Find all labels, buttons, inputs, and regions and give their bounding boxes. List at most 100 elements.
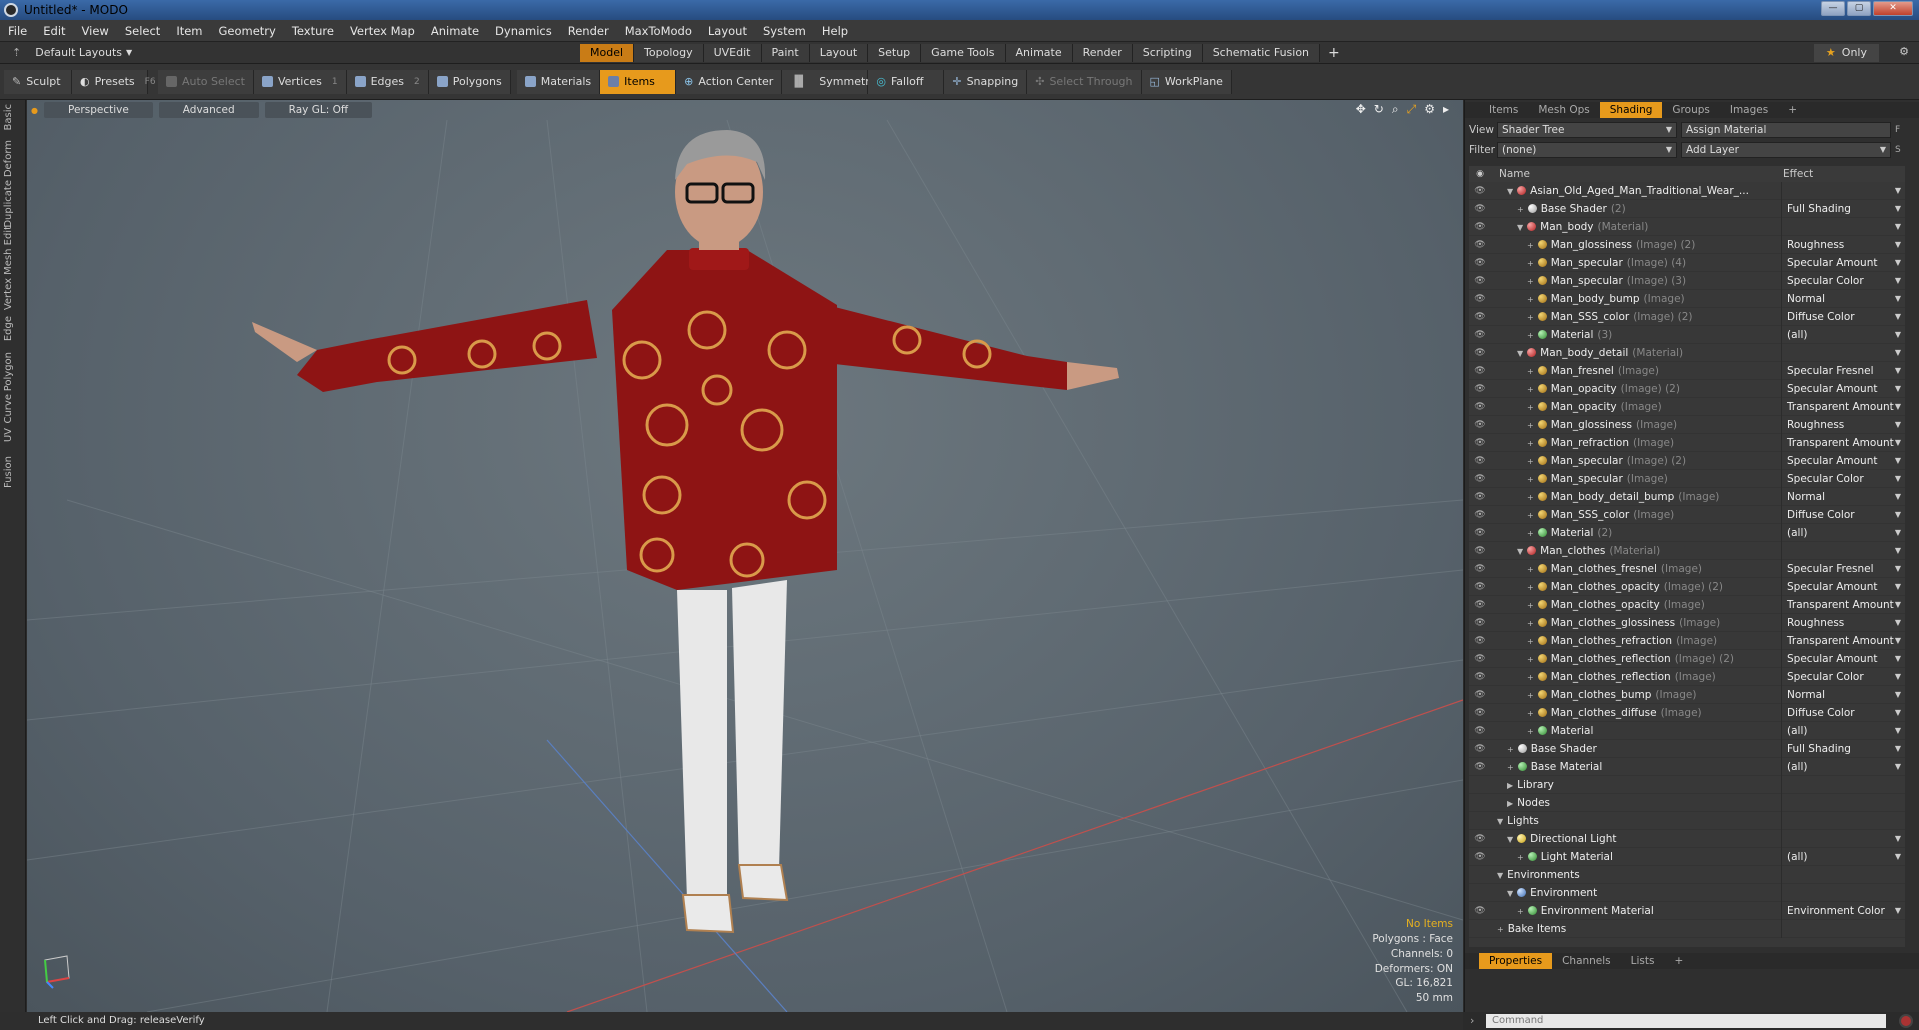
record-macro-icon[interactable] xyxy=(1899,1014,1913,1028)
effect-select[interactable]: ▼ xyxy=(1781,182,1905,200)
visibility-eye-icon[interactable]: 👁 xyxy=(1469,546,1491,556)
effect-select[interactable] xyxy=(1781,865,1905,884)
effect-select[interactable]: Specular Amount ▼ xyxy=(1781,577,1905,596)
tree-row[interactable]: 👁 + Man_fresnel (Image) Specular Fresnel ▼ xyxy=(1469,361,1905,380)
effect-select[interactable]: Specular Amount ▼ xyxy=(1781,253,1905,272)
visibility-eye-icon[interactable]: 👁 xyxy=(1469,258,1491,268)
visibility-eye-icon[interactable]: 👁 xyxy=(1469,528,1491,538)
close-button[interactable]: ✕ xyxy=(1873,1,1913,16)
tree-row[interactable]: 👁 + Man_opacity (Image) Transparent Amount ▼ xyxy=(1469,397,1905,416)
effect-select[interactable] xyxy=(1781,883,1905,902)
visibility-eye-icon[interactable]: 👁 xyxy=(1469,186,1491,196)
layout-tab-render[interactable]: Render xyxy=(1072,43,1133,62)
left-tab-edge[interactable]: Edge xyxy=(3,316,23,341)
visibility-eye-icon[interactable]: 👁 xyxy=(1469,294,1491,304)
tree-row[interactable]: 👁 + Light Material (all) ▼ xyxy=(1469,847,1905,866)
effect-select[interactable]: (all) ▼ xyxy=(1781,847,1905,866)
tree-row[interactable]: 👁 + Man_SSS_color (Image) (2) Diffuse Color ▼ xyxy=(1469,307,1905,326)
effect-column-header[interactable]: Effect xyxy=(1751,168,1813,180)
left-tab-curve[interactable]: Curve xyxy=(3,394,23,424)
viewport-expand-icon[interactable]: ▸ xyxy=(1443,102,1449,117)
viewport-menu-dot[interactable]: ● xyxy=(31,106,38,115)
only-toggle[interactable]: ★ Only xyxy=(1813,44,1879,62)
effect-select[interactable]: Normal ▼ xyxy=(1781,487,1905,506)
expand-arrow-icon[interactable]: ▼ xyxy=(1507,835,1513,844)
panel-tab-items[interactable]: Items xyxy=(1479,102,1528,118)
menu-texture[interactable]: Texture xyxy=(284,24,342,38)
workplane-button[interactable]: ◱ WorkPlane xyxy=(1141,69,1232,94)
tree-row[interactable]: ▼ Environments xyxy=(1469,865,1905,884)
effect-select[interactable] xyxy=(1781,811,1905,830)
3d-viewport[interactable]: ● Perspective Advanced Ray GL: Off ✥ ↻ ⌕… xyxy=(27,100,1463,1012)
effect-select[interactable]: Specular Amount ▼ xyxy=(1781,379,1905,398)
add-layer-button[interactable]: Add Layer ▼ xyxy=(1681,142,1891,158)
effect-select[interactable]: (all) ▼ xyxy=(1781,757,1905,776)
visibility-eye-icon[interactable]: 👁 xyxy=(1469,276,1491,286)
panel-tab-shading[interactable]: Shading xyxy=(1599,102,1663,118)
tree-row[interactable]: 👁 + Material (all) ▼ xyxy=(1469,721,1905,740)
items-button[interactable]: Items xyxy=(600,69,677,94)
effect-select[interactable]: Specular Amount ▼ xyxy=(1781,649,1905,668)
tree-row[interactable]: 👁 + Man_clothes_diffuse (Image) Diffuse Colo… xyxy=(1469,703,1905,722)
visibility-eye-icon[interactable]: 👁 xyxy=(1469,348,1491,358)
add-panel-tab-button[interactable]: + xyxy=(1778,102,1807,118)
menu-dynamics[interactable]: Dynamics xyxy=(487,24,560,38)
effect-select[interactable]: Specular Amount ▼ xyxy=(1781,451,1905,470)
snapping-button[interactable]: ✛ Snapping xyxy=(944,69,1028,94)
symmetry-button[interactable]: ▐▌ Symmetry xyxy=(782,69,876,94)
select-through-button[interactable]: ✣ Select Through xyxy=(1027,69,1142,94)
tree-row[interactable]: 👁 + Man_clothes_glossiness (Image) Roughness… xyxy=(1469,613,1905,632)
effect-select[interactable]: Diffuse Color ▼ xyxy=(1781,505,1905,524)
menu-geometry[interactable]: Geometry xyxy=(211,24,284,38)
effect-select[interactable]: Specular Fresnel ▼ xyxy=(1781,559,1905,578)
shading-mode-button[interactable]: Advanced xyxy=(158,102,259,118)
tree-row[interactable]: 👁 + Man_clothes_refraction (Image) Transpare… xyxy=(1469,631,1905,650)
visibility-eye-icon[interactable]: 👁 xyxy=(1469,654,1491,664)
visibility-eye-icon[interactable]: 👁 xyxy=(1469,474,1491,484)
left-tab-mesh-edit[interactable]: Mesh Edit xyxy=(3,226,23,275)
visibility-eye-icon[interactable]: 👁 xyxy=(1469,906,1491,916)
visibility-eye-icon[interactable]: 👁 xyxy=(1469,600,1491,610)
tree-row[interactable]: 👁 ▼ Directional Light ▼ xyxy=(1469,829,1905,848)
tree-row[interactable]: 👁 + Man_glossiness (Image) (2) Roughness ▼ xyxy=(1469,235,1905,254)
visibility-eye-icon[interactable]: 👁 xyxy=(1469,402,1491,412)
tree-row[interactable]: 👁 + Man_specular (Image) (2) Specular Amount… xyxy=(1469,451,1905,470)
effect-select[interactable]: Diffuse Color ▼ xyxy=(1781,703,1905,722)
edges-button[interactable]: Edges 2 xyxy=(346,69,429,94)
expand-arrow-icon[interactable]: ▼ xyxy=(1517,223,1523,232)
effect-select[interactable]: Transparent Amount ▼ xyxy=(1781,397,1905,416)
layout-tab-game-tools[interactable]: Game Tools xyxy=(921,43,1006,62)
tree-row[interactable]: 👁 + Base Material (all) ▼ xyxy=(1469,757,1905,776)
effect-select[interactable]: (all) ▼ xyxy=(1781,523,1905,542)
tree-row[interactable]: 👁 + Man_refraction (Image) Transparent Amoun… xyxy=(1469,433,1905,452)
raygl-button[interactable]: Ray GL: Off xyxy=(264,102,373,118)
materials-button[interactable]: Materials xyxy=(516,69,601,94)
effect-select[interactable]: Transparent Amount ▼ xyxy=(1781,631,1905,650)
visibility-eye-icon[interactable]: 👁 xyxy=(1469,744,1491,754)
effect-select[interactable]: Normal ▼ xyxy=(1781,289,1905,308)
tree-row[interactable]: 👁 + Environment Material Environment Color ▼ xyxy=(1469,901,1905,920)
effect-select[interactable]: Environment Color ▼ xyxy=(1781,901,1905,920)
tree-row[interactable]: 👁 + Man_clothes_bump (Image) Normal ▼ xyxy=(1469,685,1905,704)
effect-select[interactable]: ▼ xyxy=(1781,829,1905,848)
tree-row[interactable]: 👁 + Base Shader (2) Full Shading ▼ xyxy=(1469,199,1905,218)
tree-row[interactable]: ▼ Environment xyxy=(1469,883,1905,902)
layout-tab-model[interactable]: Model xyxy=(580,43,635,62)
left-tab-duplicate[interactable]: Duplicate xyxy=(3,180,23,228)
menu-system[interactable]: System xyxy=(755,24,814,38)
expand-arrow-icon[interactable]: ▼ xyxy=(1517,349,1523,358)
menu-file[interactable]: File xyxy=(0,24,35,38)
maximize-button[interactable]: ▢ xyxy=(1847,1,1871,16)
visibility-eye-icon[interactable]: 👁 xyxy=(1469,222,1491,232)
visibility-eye-icon[interactable]: 👁 xyxy=(1469,420,1491,430)
menu-animate[interactable]: Animate xyxy=(423,24,487,38)
expand-arrow-icon[interactable]: ▶ xyxy=(1507,799,1513,808)
effect-select[interactable]: (all) ▼ xyxy=(1781,721,1905,740)
menu-view[interactable]: View xyxy=(74,24,117,38)
visibility-eye-icon[interactable]: 👁 xyxy=(1469,204,1491,214)
expand-arrow-icon[interactable]: ▼ xyxy=(1497,871,1503,880)
expand-arrow-icon[interactable]: ▼ xyxy=(1507,187,1513,196)
effect-select[interactable]: Normal ▼ xyxy=(1781,685,1905,704)
tree-row[interactable]: ▶ Nodes xyxy=(1469,793,1905,812)
menu-edit[interactable]: Edit xyxy=(35,24,73,38)
